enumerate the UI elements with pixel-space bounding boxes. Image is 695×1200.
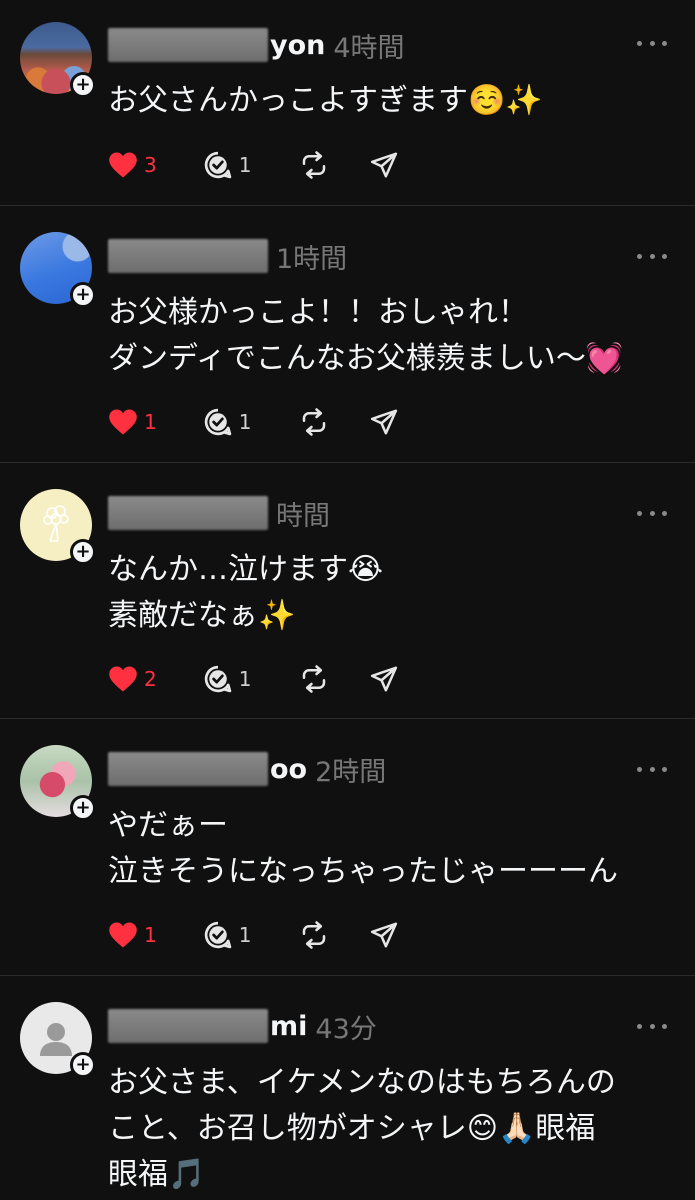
avatar[interactable]: + bbox=[20, 745, 96, 821]
avatar[interactable]: + bbox=[20, 232, 96, 308]
share-button[interactable] bbox=[369, 919, 399, 951]
more-dots-icon[interactable] bbox=[637, 246, 667, 266]
repost-icon bbox=[303, 151, 326, 179]
more-dots-icon[interactable] bbox=[637, 503, 667, 523]
repost-icon bbox=[303, 921, 326, 949]
like-count: 1 bbox=[144, 410, 157, 434]
like-button[interactable]: 2 bbox=[108, 663, 157, 695]
more-dots-icon[interactable] bbox=[637, 33, 667, 53]
avatar[interactable]: + bbox=[20, 489, 96, 565]
heart-icon bbox=[109, 922, 137, 948]
username-row: mi 43分 bbox=[108, 1006, 377, 1046]
username-row: 1時間 bbox=[108, 236, 347, 276]
send-icon bbox=[371, 922, 398, 948]
action-bar: 3 1 bbox=[108, 149, 399, 181]
avatar[interactable]: + bbox=[20, 1002, 96, 1078]
like-button[interactable]: 1 bbox=[108, 406, 157, 438]
timestamp: 4時間 bbox=[333, 32, 405, 64]
timestamp: 1時間 bbox=[276, 243, 348, 275]
avatar[interactable]: + bbox=[20, 22, 96, 98]
username-row: oo 2時間 bbox=[108, 749, 386, 789]
share-button[interactable] bbox=[369, 149, 399, 181]
reply-count: 1 bbox=[238, 410, 252, 434]
username-row: 時間 bbox=[108, 493, 330, 533]
reply-count: 1 bbox=[238, 923, 252, 947]
reply-feed: + yon 4時間 お父さんかっこよすぎます☺️✨ 3 1 + 1時間 お父様か… bbox=[0, 0, 695, 1200]
username-visible[interactable]: oo bbox=[270, 754, 307, 785]
reply-count: 1 bbox=[238, 667, 252, 691]
timestamp: 時間 bbox=[276, 500, 330, 532]
reply-bubble-icon bbox=[204, 151, 231, 179]
username-redacted[interactable] bbox=[108, 239, 268, 273]
send-icon bbox=[371, 152, 398, 178]
heart-icon bbox=[109, 409, 137, 435]
username-visible[interactable]: mi bbox=[270, 1011, 307, 1042]
heart-icon bbox=[109, 152, 137, 178]
reply-post: + mi 43分 お父さま、イケメンなのはもちろんの こと、お召し物がオシャレ😊… bbox=[0, 976, 695, 1200]
username-redacted[interactable] bbox=[108, 752, 268, 786]
share-button[interactable] bbox=[369, 663, 399, 695]
reply-text: お父様かっこよ！！おしゃれ！ ダンディでこんなお父様羨ましい〜💓 bbox=[108, 295, 624, 376]
username-visible[interactable]: yon bbox=[270, 30, 325, 61]
reply-count: 1 bbox=[238, 153, 252, 177]
like-button[interactable]: 1 bbox=[108, 919, 157, 951]
follow-plus-icon[interactable]: + bbox=[70, 282, 96, 308]
username-row: yon 4時間 bbox=[108, 25, 405, 65]
reply-post: + yon 4時間 お父さんかっこよすぎます☺️✨ 3 1 bbox=[0, 0, 695, 205]
timestamp: 2時間 bbox=[315, 756, 387, 788]
like-count: 1 bbox=[144, 923, 157, 947]
repost-button[interactable] bbox=[299, 919, 329, 951]
repost-button[interactable] bbox=[299, 149, 329, 181]
repost-icon bbox=[303, 665, 326, 693]
reply-post: + 時間 なんか…泣けます😭 素敵だなぁ✨ 2 1 bbox=[0, 463, 695, 718]
username-redacted[interactable] bbox=[108, 28, 268, 62]
send-icon bbox=[371, 409, 398, 435]
reply-text: お父さんかっこよすぎます☺️✨ bbox=[108, 83, 543, 118]
like-count: 2 bbox=[144, 667, 157, 691]
reply-post: + oo 2時間 やだぁー 泣きそうになっちゃったじゃーーーん 1 1 bbox=[0, 719, 695, 975]
reply-text: なんか…泣けます😭 素敵だなぁ✨ bbox=[108, 552, 384, 633]
follow-plus-icon[interactable]: + bbox=[70, 1052, 96, 1078]
username-redacted[interactable] bbox=[108, 496, 268, 530]
repost-button[interactable] bbox=[299, 406, 329, 438]
username-redacted[interactable] bbox=[108, 1009, 268, 1043]
reply-button[interactable]: 1 bbox=[203, 149, 252, 181]
follow-plus-icon[interactable]: + bbox=[70, 72, 96, 98]
reply-button[interactable]: 1 bbox=[203, 919, 252, 951]
reply-text: やだぁー 泣きそうになっちゃったじゃーーーん bbox=[108, 808, 618, 889]
repost-icon bbox=[303, 408, 326, 436]
follow-plus-icon[interactable]: + bbox=[70, 795, 96, 821]
like-count: 3 bbox=[144, 153, 157, 177]
reply-bubble-icon bbox=[204, 921, 231, 949]
action-bar: 1 1 bbox=[108, 919, 399, 951]
action-bar: 2 1 bbox=[108, 663, 399, 695]
follow-plus-icon[interactable]: + bbox=[70, 539, 96, 565]
reply-text: お父さま、イケメンなのはもちろんの こと、お召し物がオシャレ😊🙏🏻眼福 眼福🎵 bbox=[108, 1065, 616, 1192]
share-button[interactable] bbox=[369, 406, 399, 438]
reply-bubble-icon bbox=[204, 408, 231, 436]
like-button[interactable]: 3 bbox=[108, 149, 157, 181]
reply-button[interactable]: 1 bbox=[203, 406, 252, 438]
repost-button[interactable] bbox=[299, 663, 329, 695]
more-dots-icon[interactable] bbox=[637, 1016, 667, 1036]
reply-button[interactable]: 1 bbox=[203, 663, 252, 695]
more-dots-icon[interactable] bbox=[637, 759, 667, 779]
reply-bubble-icon bbox=[204, 665, 231, 693]
send-icon bbox=[371, 666, 398, 692]
reply-post: + 1時間 お父様かっこよ！！おしゃれ！ ダンディでこんなお父様羨ましい〜💓 1… bbox=[0, 206, 695, 462]
timestamp: 43分 bbox=[315, 1013, 377, 1045]
action-bar: 1 1 bbox=[108, 406, 399, 438]
heart-icon bbox=[109, 666, 137, 692]
